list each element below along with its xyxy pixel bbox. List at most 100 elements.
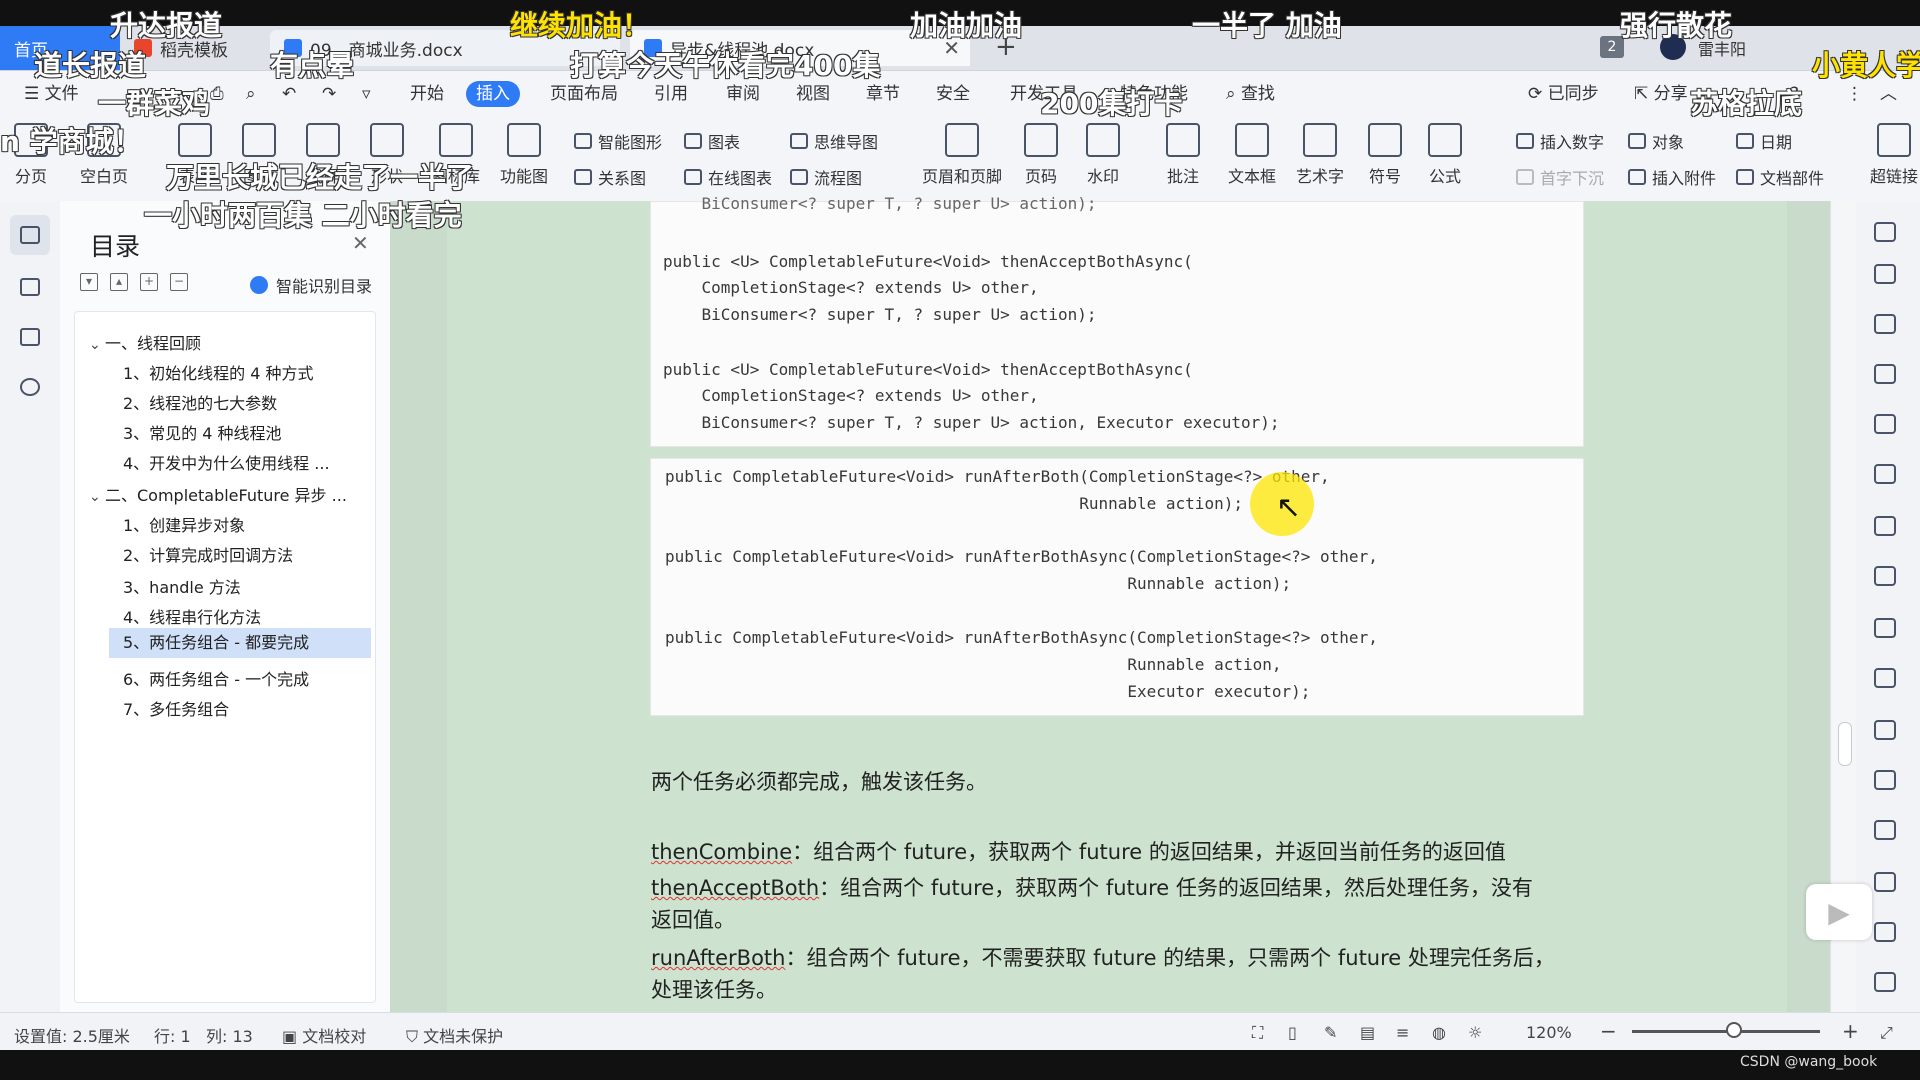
bookmark-icon[interactable] bbox=[10, 317, 50, 357]
style-icon[interactable] bbox=[1874, 364, 1896, 384]
relation-chart-button[interactable]: 关系图 bbox=[574, 165, 646, 189]
watermark-button[interactable]: 水印 bbox=[1086, 123, 1120, 187]
share-button[interactable]: ⇱ 分享 bbox=[1624, 81, 1698, 107]
date-button[interactable]: 日期 bbox=[1736, 129, 1792, 153]
shield-icon: ⛉ bbox=[406, 1027, 424, 1046]
write-mode-icon[interactable]: ✎ bbox=[1324, 1023, 1337, 1042]
more-icon[interactable]: ⋮ bbox=[1836, 81, 1873, 107]
function-chart-button[interactable]: 功能图 bbox=[500, 123, 548, 187]
add-heading-icon[interactable]: + bbox=[140, 273, 158, 291]
toc-item[interactable]: ⌄ 二、CompletableFuture 异步 ... bbox=[89, 482, 347, 506]
file-menu[interactable]: ☰ 文件 bbox=[14, 81, 89, 107]
toc-item[interactable]: 6、两任务组合 - 一个完成 bbox=[123, 666, 309, 690]
table-icon[interactable] bbox=[1874, 516, 1896, 536]
word-art-button[interactable]: 艺术字 bbox=[1296, 123, 1344, 187]
sync-status[interactable]: ⟳ 已同步 bbox=[1518, 81, 1609, 107]
close-icon[interactable]: ✕ bbox=[352, 231, 369, 255]
menu-start[interactable]: 开始 bbox=[400, 81, 454, 107]
outline-view-icon[interactable]: ≡ bbox=[1396, 1023, 1409, 1042]
symbol-button[interactable]: 符号 bbox=[1368, 123, 1402, 187]
zoom-level[interactable]: 120% bbox=[1526, 1023, 1572, 1042]
chart-icon[interactable] bbox=[1874, 618, 1896, 638]
page-number-button[interactable]: 页码 bbox=[1024, 123, 1058, 187]
remove-heading-icon[interactable]: − bbox=[170, 273, 188, 291]
undo-icon[interactable]: ↶ bbox=[272, 81, 306, 107]
formula-button[interactable]: 公式 bbox=[1428, 123, 1462, 187]
zoom-in-button[interactable]: + bbox=[1842, 1019, 1859, 1043]
toc-item[interactable]: 4、线程串行化方法 bbox=[123, 604, 261, 628]
toc-item-selected[interactable]: 5、两任务组合 - 都要完成 bbox=[109, 628, 371, 658]
menu-insert[interactable]: 插入 bbox=[466, 81, 520, 107]
menu-review[interactable]: 审阅 bbox=[716, 81, 770, 107]
protection-status[interactable]: ⛉ 文档未保护 bbox=[406, 1023, 503, 1047]
smart-art-button[interactable]: 智能图形 bbox=[574, 129, 662, 153]
smart-toc-button[interactable]: 智能识别目录 bbox=[250, 273, 372, 297]
chevron-down-icon[interactable]: ⌄ bbox=[89, 489, 105, 505]
toc-item[interactable]: 2、线程池的七大参数 bbox=[123, 390, 277, 414]
shield-icon[interactable] bbox=[1874, 972, 1896, 992]
format-icon[interactable] bbox=[1874, 222, 1896, 242]
object-button[interactable]: 对象 bbox=[1628, 129, 1684, 153]
drop-cap-button[interactable]: 首字下沉 bbox=[1516, 165, 1604, 189]
hyperlink-button[interactable]: 超链接 bbox=[1870, 123, 1918, 187]
toc-panel-icon[interactable] bbox=[10, 215, 50, 255]
mind-map-button[interactable]: 思维导图 bbox=[790, 129, 878, 153]
menu-chapter[interactable]: 章节 bbox=[856, 81, 910, 107]
toc-item[interactable]: 1、初始化线程的 4 种方式 bbox=[123, 360, 314, 384]
image-icon[interactable] bbox=[1874, 720, 1896, 740]
toc-item[interactable]: 3、handle 方法 bbox=[123, 574, 241, 598]
grid-icon[interactable] bbox=[1874, 566, 1896, 586]
text-box-button[interactable]: 文本框 bbox=[1228, 123, 1276, 187]
translate-icon[interactable] bbox=[1874, 820, 1896, 840]
collapse-ribbon-icon[interactable]: ︿ bbox=[1870, 81, 1907, 107]
online-chart-button[interactable]: 在线图表 bbox=[684, 165, 772, 189]
zoom-slider-knob[interactable] bbox=[1726, 1022, 1742, 1038]
setting-value[interactable]: 设置值: 2.5厘米 bbox=[14, 1023, 130, 1047]
page-view-icon[interactable]: ▤ bbox=[1360, 1023, 1375, 1042]
toc-item[interactable]: 1、创建异步对象 bbox=[123, 512, 245, 536]
select-icon[interactable] bbox=[1874, 314, 1896, 334]
attachment-button[interactable]: 插入附件 bbox=[1628, 165, 1716, 189]
play-video-button[interactable]: ▶ bbox=[1806, 884, 1872, 940]
flowchart-button[interactable]: 流程图 bbox=[790, 165, 862, 189]
picture-icon[interactable] bbox=[1874, 922, 1896, 942]
eye-care-icon[interactable]: ☼ bbox=[1468, 1023, 1482, 1042]
collapse-all-icon[interactable]: ▾ bbox=[80, 273, 98, 291]
export-icon[interactable] bbox=[1874, 770, 1896, 790]
zoom-out-button[interactable]: − bbox=[1600, 1019, 1617, 1043]
insert-number-button[interactable]: 插入数字 bbox=[1516, 129, 1604, 153]
fullscreen-icon[interactable]: ⛶ bbox=[1252, 1023, 1263, 1043]
doc-parts-button[interactable]: 文档部件 bbox=[1736, 165, 1824, 189]
redo-icon[interactable]: ↷ bbox=[312, 81, 346, 107]
menu-security[interactable]: 安全 bbox=[926, 81, 980, 107]
fill-icon[interactable] bbox=[1874, 464, 1896, 484]
search-button[interactable]: ⌕ 查找 bbox=[1216, 81, 1285, 107]
edit-icon[interactable] bbox=[1874, 264, 1896, 284]
toc-item[interactable]: 2、计算完成时回调方法 bbox=[123, 542, 293, 566]
expand-up-icon[interactable]: ▴ bbox=[110, 273, 128, 291]
chevron-down-icon[interactable]: ⌄ bbox=[89, 337, 105, 353]
proofread-button[interactable]: ▣ 文档校对 bbox=[282, 1023, 366, 1047]
toc-item[interactable]: 7、多任务组合 bbox=[123, 696, 229, 720]
header-footer-button[interactable]: 页眉和页脚 bbox=[922, 123, 1002, 187]
scrollbar-thumb[interactable] bbox=[1838, 722, 1852, 766]
toc-item-label: 2、线程池的七大参数 bbox=[123, 394, 278, 413]
quick-access-dropdown-icon[interactable]: ▿ bbox=[352, 81, 381, 107]
toc-item[interactable]: ⌄ 一、线程回顾 bbox=[89, 330, 201, 354]
menu-page-layout[interactable]: 页面布局 bbox=[540, 81, 628, 107]
page-thumbnail-icon[interactable] bbox=[10, 267, 50, 307]
archive-icon[interactable] bbox=[1874, 872, 1896, 892]
menu-references[interactable]: 引用 bbox=[644, 81, 698, 107]
shape-icon[interactable] bbox=[1874, 414, 1896, 434]
web-view-icon[interactable]: ◍ bbox=[1432, 1023, 1446, 1042]
reading-mode-icon[interactable]: ▯ bbox=[1288, 1023, 1297, 1042]
comment-button[interactable]: 批注 bbox=[1166, 123, 1200, 187]
find-icon[interactable] bbox=[10, 367, 50, 407]
fit-window-icon[interactable]: ⤢ bbox=[1880, 1023, 1893, 1043]
toc-item[interactable]: 3、常见的 4 种线程池 bbox=[123, 420, 282, 444]
menu-view[interactable]: 视图 bbox=[786, 81, 840, 107]
chart-button[interactable]: 图表 bbox=[684, 129, 740, 153]
toc-item[interactable]: 4、开发中为什么使用线程 ... bbox=[123, 450, 330, 474]
settings-icon[interactable] bbox=[1874, 668, 1896, 688]
preview-icon[interactable]: ⌕ bbox=[236, 81, 266, 107]
